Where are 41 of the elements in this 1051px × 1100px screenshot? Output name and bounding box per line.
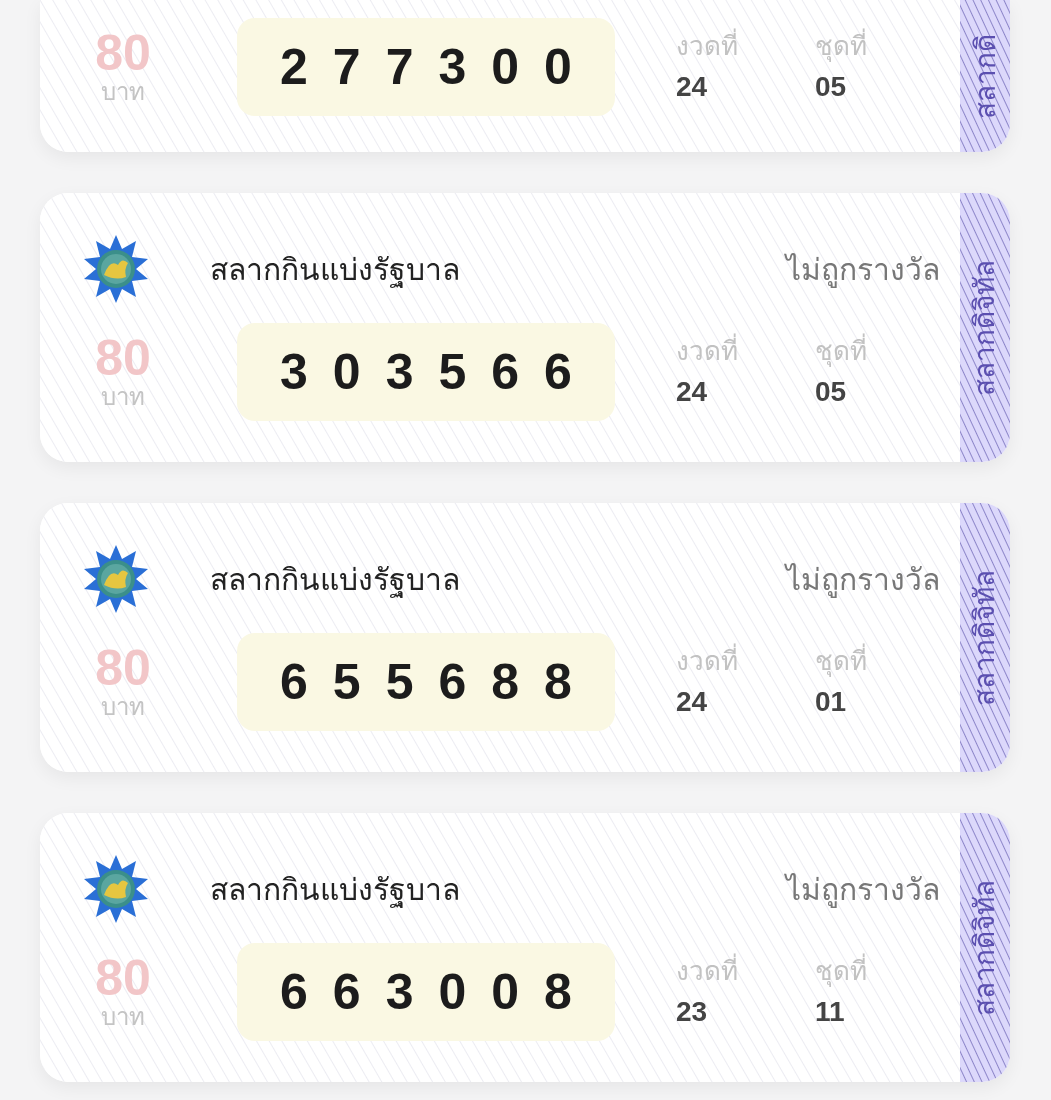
field-value: 24 bbox=[676, 69, 709, 104]
field-label: ชุดที่ bbox=[815, 332, 867, 369]
ticket-number: 655688 bbox=[237, 633, 615, 731]
field-label: งวดที่ bbox=[676, 952, 739, 988]
currency: บาท bbox=[101, 693, 145, 721]
field-label: งวดที่ bbox=[676, 27, 739, 63]
field-value: 01 bbox=[815, 684, 848, 719]
emblem-icon bbox=[82, 235, 150, 303]
field-label: งวดที่ bbox=[676, 332, 739, 368]
prize-status: ไม่ถูกรางวัล bbox=[786, 561, 940, 600]
field-label: ชุดที่ bbox=[815, 952, 867, 989]
prize-status: ไม่ถูกรางวัล bbox=[786, 251, 940, 290]
field-value: 24 bbox=[676, 684, 709, 719]
ticket-title: สลากกินแบ่งรัฐบาล bbox=[210, 561, 460, 600]
ticket-number: 303566 bbox=[237, 323, 615, 421]
field-value: 05 bbox=[815, 69, 848, 104]
side-label: สลากดิ bbox=[968, 33, 1001, 119]
currency: บาท bbox=[101, 1003, 145, 1031]
field-label: งวดที่ bbox=[676, 642, 739, 678]
ticket-number: 277300 bbox=[237, 18, 615, 116]
field-value: 24 bbox=[676, 374, 709, 409]
side-label: สลากดิจิทัล bbox=[968, 879, 1001, 1016]
prize-status: ไม่ถูกรางวัล bbox=[786, 871, 940, 910]
emblem-icon bbox=[82, 855, 150, 923]
ticket-number: 663008 bbox=[237, 943, 615, 1041]
ticket-title: สลากกินแบ่งรัฐบาล bbox=[210, 871, 460, 910]
field-label: ชุดที่ bbox=[815, 27, 867, 64]
price: 80 bbox=[95, 333, 151, 383]
price: 80 bbox=[95, 28, 151, 78]
ticket-title: สลากกินแบ่งรัฐบาล bbox=[210, 251, 460, 290]
currency: บาท bbox=[101, 383, 145, 411]
side-label: สลากดิจิทัล bbox=[968, 569, 1001, 706]
field-value: 23 bbox=[676, 994, 709, 1029]
emblem-icon bbox=[82, 545, 150, 613]
price: 80 bbox=[95, 643, 151, 693]
price: 80 bbox=[95, 953, 151, 1003]
field-label: ชุดที่ bbox=[815, 642, 867, 679]
currency: บาท bbox=[101, 78, 145, 106]
field-value: 05 bbox=[815, 374, 848, 409]
side-label: สลากดิจิทัล bbox=[968, 259, 1001, 396]
field-value: 11 bbox=[815, 994, 846, 1029]
